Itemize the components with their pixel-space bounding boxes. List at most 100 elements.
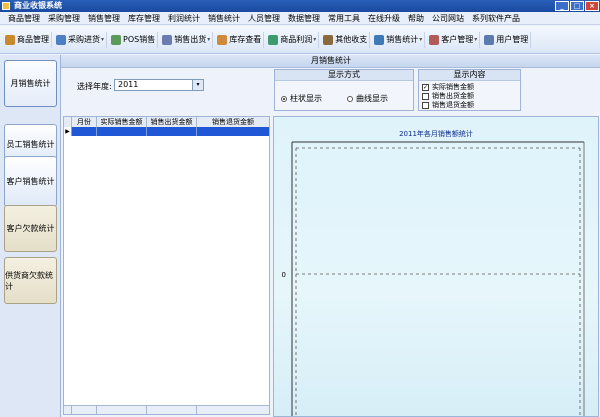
- year-label: 选择年度:: [77, 82, 112, 91]
- sidebar-item[interactable]: 客户销售统计: [4, 156, 57, 207]
- checkbox[interactable]: ✓: [422, 83, 429, 91]
- year-value: 2011: [118, 80, 139, 89]
- menu-item[interactable]: 系列软件产品: [468, 13, 524, 24]
- table-cell[interactable]: [147, 127, 197, 136]
- sidebar-item-label: 月销售统计: [10, 79, 51, 88]
- display-content-checkbox[interactable]: 销售退货金额: [422, 100, 474, 110]
- toolbar-button-label: 销售统计: [386, 35, 419, 44]
- sales-chart: 2011年各月销售额统计 0: [273, 116, 599, 417]
- toolbar-button[interactable]: 采购进货 ▾: [54, 31, 108, 48]
- radio-button[interactable]: [281, 95, 287, 102]
- display-mode-radio[interactable]: 曲线显示: [347, 93, 388, 104]
- toolbar-button[interactable]: 客户管理 ▾: [427, 31, 481, 48]
- sidebar-item-label: 供货商欠款统计: [5, 270, 53, 291]
- checkbox[interactable]: [422, 101, 429, 109]
- checkbox[interactable]: [422, 92, 429, 100]
- table-row[interactable]: ▶: [64, 127, 269, 136]
- truck-icon: [162, 34, 173, 45]
- current-row-indicator-icon: ▶: [64, 127, 72, 136]
- menu-item[interactable]: 采购管理: [44, 13, 84, 24]
- table-cell[interactable]: [197, 127, 269, 136]
- money-icon: [323, 34, 334, 45]
- toolbar-button[interactable]: 商品管理: [3, 31, 52, 48]
- toolbar-button[interactable]: 用户管理: [482, 31, 532, 48]
- menu-item[interactable]: 销售管理: [84, 13, 124, 24]
- chevron-down-icon[interactable]: ▾: [101, 36, 104, 43]
- title-bar: 商业收银系统 _ □ ×: [0, 0, 600, 12]
- display-mode-title: 显示方式: [275, 70, 413, 81]
- toolbar-button-label: 商品利润: [280, 35, 313, 44]
- menu-item[interactable]: 在线升级: [364, 13, 404, 24]
- panel-title: 月销售统计: [61, 55, 600, 68]
- chevron-down-icon[interactable]: ▾: [207, 36, 210, 43]
- maximize-button[interactable]: □: [570, 1, 584, 11]
- toolbar: 商品管理 采购进货 ▾ POS销售 销售出货 ▾ 库存查看 商品利润 ▾ 其他收支 销售统计 ▾ 客户管…: [0, 26, 600, 54]
- toolbar-button-label: 客户管理: [441, 35, 474, 44]
- y-tick-label: 0: [282, 271, 286, 279]
- cart-icon: [56, 34, 66, 45]
- pos-icon: [111, 34, 122, 45]
- toolbar-button-label: 其他收支: [335, 35, 368, 44]
- display-mode-radio[interactable]: 柱状显示: [281, 93, 322, 104]
- toolbar-button-label: POS销售: [123, 35, 156, 44]
- menu-bar: 商品管理 采购管理 销售管理 库存管理 利润统计 销售统计 人员管理 数据管理 常用工具 在线升级…: [0, 12, 600, 25]
- menu-item[interactable]: 数据管理: [284, 13, 324, 24]
- toolbar-button-label: 库存查看: [229, 35, 262, 44]
- sidebar-item-label: 客户销售统计: [6, 177, 55, 186]
- menu-item[interactable]: 帮助: [404, 13, 428, 24]
- menu-item[interactable]: 库存管理: [124, 13, 164, 24]
- radio-label: 柱状显示: [290, 94, 322, 103]
- minimize-button[interactable]: _: [555, 1, 569, 11]
- stats-icon: [374, 34, 385, 45]
- toolbar-button[interactable]: 其他收支: [321, 31, 371, 48]
- menu-item[interactable]: 公司网站: [428, 13, 468, 24]
- toolbar-button-label: 销售出货: [174, 35, 207, 44]
- sidebar-item[interactable]: 供货商欠款统计: [4, 257, 57, 304]
- sidebar-item[interactable]: 客户欠款统计: [4, 205, 57, 252]
- sidebar-item-label: 员工销售统计: [6, 139, 55, 149]
- column-header[interactable]: 实际销售金额: [97, 117, 147, 127]
- menu-item[interactable]: 商品管理: [4, 13, 44, 24]
- box-icon: [5, 34, 15, 45]
- toolbar-button[interactable]: 销售出货 ▾: [160, 31, 214, 48]
- radio-label: 曲线显示: [356, 94, 388, 103]
- toolbar-button[interactable]: POS销售: [109, 31, 159, 48]
- table-cell[interactable]: [97, 127, 147, 136]
- user-icon: [484, 34, 495, 45]
- menu-item[interactable]: 常用工具: [324, 13, 364, 24]
- menu-item[interactable]: 人员管理: [244, 13, 284, 24]
- radio-button[interactable]: [347, 95, 353, 102]
- chevron-down-icon[interactable]: ▾: [313, 36, 316, 43]
- column-header[interactable]: 销售出货金额: [147, 117, 197, 127]
- close-button[interactable]: ×: [585, 1, 599, 11]
- display-content-title: 显示内容: [419, 70, 520, 81]
- toolbar-button[interactable]: 商品利润 ▾: [266, 31, 320, 48]
- checkbox-label: 销售退货金额: [432, 101, 474, 109]
- menu-item[interactable]: 销售统计: [204, 13, 244, 24]
- year-select[interactable]: 2011 ▾: [114, 79, 204, 91]
- data-table[interactable]: 月份 实际销售金额 销售出货金额 销售退货金额 ▶: [63, 116, 270, 415]
- column-header[interactable]: 销售退货金额: [197, 117, 269, 127]
- window-controls: _ □ ×: [555, 1, 599, 11]
- toolbar-button-label: 商品管理: [17, 35, 49, 44]
- window-title: 商业收银系统: [14, 1, 62, 10]
- sidebar: 月销售统计员工销售统计 客户销售统计 客户欠款统计供货商欠款统计: [0, 55, 60, 417]
- chart-icon: [268, 34, 279, 45]
- toolbar-button-label: 采购进货: [68, 35, 100, 44]
- customer-icon: [429, 34, 440, 45]
- chart-plot: 0: [282, 141, 585, 416]
- toolbar-button[interactable]: 库存查看: [215, 31, 265, 48]
- column-header[interactable]: 月份: [72, 117, 97, 127]
- display-content-group: 显示内容 ✓ 实际销售金额 销售出货金额 销售退货金额: [418, 69, 521, 111]
- menu-item[interactable]: 利润统计: [164, 13, 204, 24]
- app-icon: [2, 2, 10, 10]
- toolbar-button[interactable]: 销售统计 ▾: [372, 31, 426, 48]
- main-panel: 月销售统计 选择年度: 2011 ▾ 显示方式 柱状显示 曲线显示 显示内容 ✓ 实…: [60, 55, 600, 417]
- chevron-down-icon[interactable]: ▾: [419, 36, 422, 43]
- sidebar-item[interactable]: 月销售统计: [4, 60, 57, 107]
- table-cell[interactable]: [72, 127, 97, 136]
- chevron-down-icon[interactable]: ▾: [474, 36, 477, 43]
- warehouse-icon: [217, 34, 228, 45]
- dropdown-arrow-icon[interactable]: ▾: [192, 80, 203, 90]
- sidebar-item-label: 客户欠款统计: [6, 224, 55, 233]
